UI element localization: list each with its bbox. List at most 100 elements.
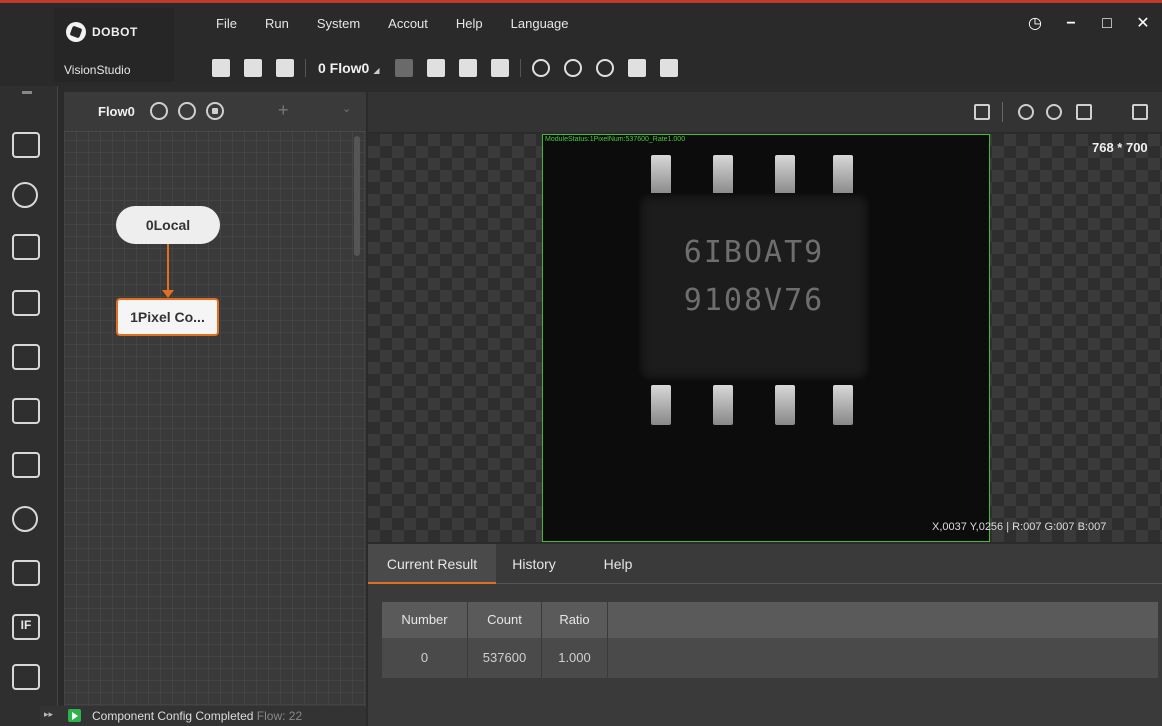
chip-lead (775, 385, 795, 425)
flow-node-local[interactable]: 0Local (116, 206, 220, 244)
result-table: Number Count Ratio 0 537600 1.000 (382, 602, 1158, 678)
network-icon[interactable] (426, 59, 445, 77)
stop-icon[interactable] (206, 102, 224, 120)
roi-status-label: ModuleStatus:1PixelNum:537600_Rate1.000 (545, 136, 686, 143)
run-once-icon[interactable] (150, 102, 168, 120)
tab-history[interactable]: History (496, 544, 572, 584)
title-accent-line (0, 0, 1162, 3)
chip-lead (833, 385, 853, 425)
image-roi[interactable]: ModuleStatus:1PixelNum:537600_Rate1.000 … (542, 134, 990, 542)
node-label: 0Local (145, 217, 191, 233)
undo-icon[interactable] (659, 59, 678, 77)
table-row[interactable]: 0 537600 1.000 (382, 638, 1158, 678)
flow-title: Flow0 (98, 104, 135, 119)
cell-spacer (608, 638, 1158, 678)
tab-help[interactable]: Help (572, 544, 664, 584)
var-icon[interactable] (458, 59, 477, 77)
result-panel: Current Result History Help Number Count… (368, 544, 1162, 726)
pixel-info: X,0037 Y,0256 | R:007 G:007 B:007 (932, 521, 1107, 533)
run-once-icon[interactable] (531, 59, 550, 77)
if-icon[interactable]: IF (12, 614, 40, 640)
flow-scrollbar[interactable] (354, 136, 360, 256)
flow-selector-label: 0 Flow0 (318, 60, 370, 76)
status-ok-icon (68, 709, 81, 722)
menu-account[interactable]: Accout (374, 12, 442, 36)
align-icon[interactable] (12, 290, 40, 316)
chip-lead (775, 155, 795, 195)
chip-lead (833, 155, 853, 195)
fullscreen-icon[interactable] (1132, 104, 1148, 120)
zoom-out-icon[interactable] (1046, 104, 1062, 120)
brand-name: DOBOT (92, 25, 138, 39)
color-icon[interactable] (12, 506, 38, 532)
run-loop-icon[interactable] (178, 102, 196, 120)
open-folder-icon[interactable] (276, 59, 294, 77)
tab-current-result[interactable]: Current Result (368, 544, 496, 584)
status-bar: ▸▸ Component Config Completed Flow: 22 (40, 706, 366, 726)
add-flow-icon[interactable]: + (278, 100, 289, 121)
image-dimensions: 768 * 700 (1092, 140, 1148, 155)
node-connector (162, 244, 174, 298)
menu-language[interactable]: Language (497, 12, 583, 36)
chip-lead (651, 385, 671, 425)
chip-marking-line2: 9108V76 (683, 283, 825, 318)
camera-icon[interactable] (12, 132, 40, 158)
flow-node-pixel-count[interactable]: 1Pixel Co... (116, 298, 219, 336)
stop-icon[interactable] (595, 59, 614, 77)
status-message: Component Config Completed (92, 709, 254, 723)
locate-icon[interactable] (12, 182, 38, 208)
format-icon[interactable] (627, 59, 646, 77)
chip-lead (713, 155, 733, 195)
col-number: Number (382, 602, 468, 638)
result-tabs: Current Result History Help (368, 544, 1162, 584)
cell-number: 0 (382, 638, 468, 678)
flow-canvas[interactable] (64, 92, 366, 707)
col-count: Count (468, 602, 542, 638)
tool-sidebar: ▬ IF (0, 86, 58, 726)
cell-count: 537600 (468, 638, 542, 678)
image-toolbar (368, 92, 1162, 132)
save-icon[interactable] (244, 59, 262, 77)
cell-ratio: 1.000 (542, 638, 608, 678)
measure-icon[interactable] (12, 234, 40, 260)
defect-icon[interactable] (12, 560, 40, 586)
flow-selector[interactable]: 0 Flow0 ◢ (318, 60, 380, 76)
add-module-icon[interactable] (212, 59, 230, 77)
toolbar-divider (1002, 102, 1003, 122)
product-name: VisionStudio (64, 63, 131, 77)
camera-mode-icon[interactable] (490, 59, 509, 77)
title-bar: DOBOT VisionStudio File Run System Accou… (0, 0, 1162, 86)
run-loop-icon[interactable] (563, 59, 582, 77)
chip-marking-line1: 6IBOAT9 (683, 235, 825, 270)
menu-run[interactable]: Run (251, 12, 303, 36)
menu-help[interactable]: Help (442, 12, 497, 36)
flow-header: Flow0 + ⌄ (64, 92, 366, 132)
image-process-icon[interactable] (12, 452, 40, 478)
toolbar-divider (519, 59, 521, 77)
node-label: 1Pixel Co... (130, 309, 205, 325)
chip-lead (713, 385, 733, 425)
layers-icon[interactable] (394, 59, 413, 77)
minimize-icon[interactable]: − (1062, 12, 1080, 36)
communication-icon[interactable] (12, 664, 40, 690)
menu-system[interactable]: System (303, 12, 374, 36)
chevron-down-icon[interactable]: ⌄ (342, 102, 351, 115)
stop-dot (212, 108, 218, 114)
calibration-icon[interactable] (12, 398, 40, 424)
main-toolbar: 0 Flow0 ◢ (205, 52, 685, 84)
sidebar-collapse-icon[interactable]: ▬ (22, 86, 32, 97)
menu-file[interactable]: File (202, 12, 251, 36)
maximize-icon[interactable]: □ (1098, 12, 1116, 36)
caret-down-icon: ◢ (373, 66, 380, 75)
toolbar-divider (305, 59, 306, 77)
clock-icon[interactable]: ◷ (1026, 12, 1044, 36)
expand-icon[interactable]: ▸▸ (44, 709, 53, 720)
recognition-icon[interactable] (12, 344, 40, 370)
status-flow: Flow: 22 (256, 709, 303, 723)
col-ratio: Ratio (542, 602, 608, 638)
zoom-in-icon[interactable] (1018, 104, 1034, 120)
close-icon[interactable]: ✕ (1134, 12, 1152, 36)
col-spacer (608, 602, 1158, 638)
actual-size-icon[interactable] (1076, 104, 1092, 120)
fit-image-icon[interactable] (974, 104, 990, 120)
